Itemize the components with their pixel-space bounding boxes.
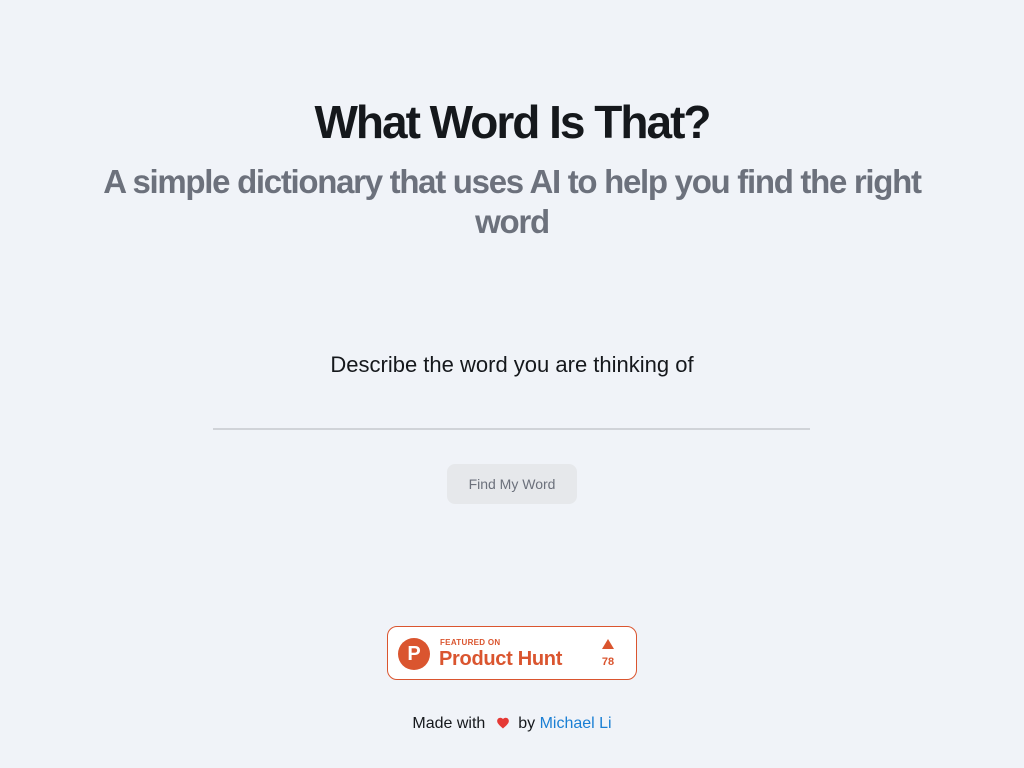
author-link[interactable]: Michael Li	[540, 715, 612, 732]
page-title: What Word Is That?	[314, 96, 711, 148]
footer-credit: Made with by Michael Li	[0, 714, 1024, 734]
find-my-word-button[interactable]: Find My Word	[447, 464, 577, 504]
word-description-input[interactable]	[213, 396, 810, 430]
product-hunt-badge[interactable]: P FEATURED ON Product Hunt 78	[387, 626, 637, 680]
heart-icon	[496, 717, 509, 729]
product-hunt-logo-icon: P	[398, 638, 430, 670]
page-subtitle: A simple dictionary that uses AI to help…	[103, 163, 922, 240]
badge-upvote-count: 78	[601, 656, 615, 668]
search-prompt-label: Describe the word you are thinking of	[330, 352, 694, 377]
badge-product-name: Product Hunt	[439, 648, 563, 670]
page: What Word Is That? A simple dictionary t…	[0, 0, 1024, 768]
footer-made-with-text: Made with	[412, 715, 486, 732]
footer-by-text: by	[518, 715, 536, 732]
upvote-triangle-icon	[602, 639, 614, 649]
